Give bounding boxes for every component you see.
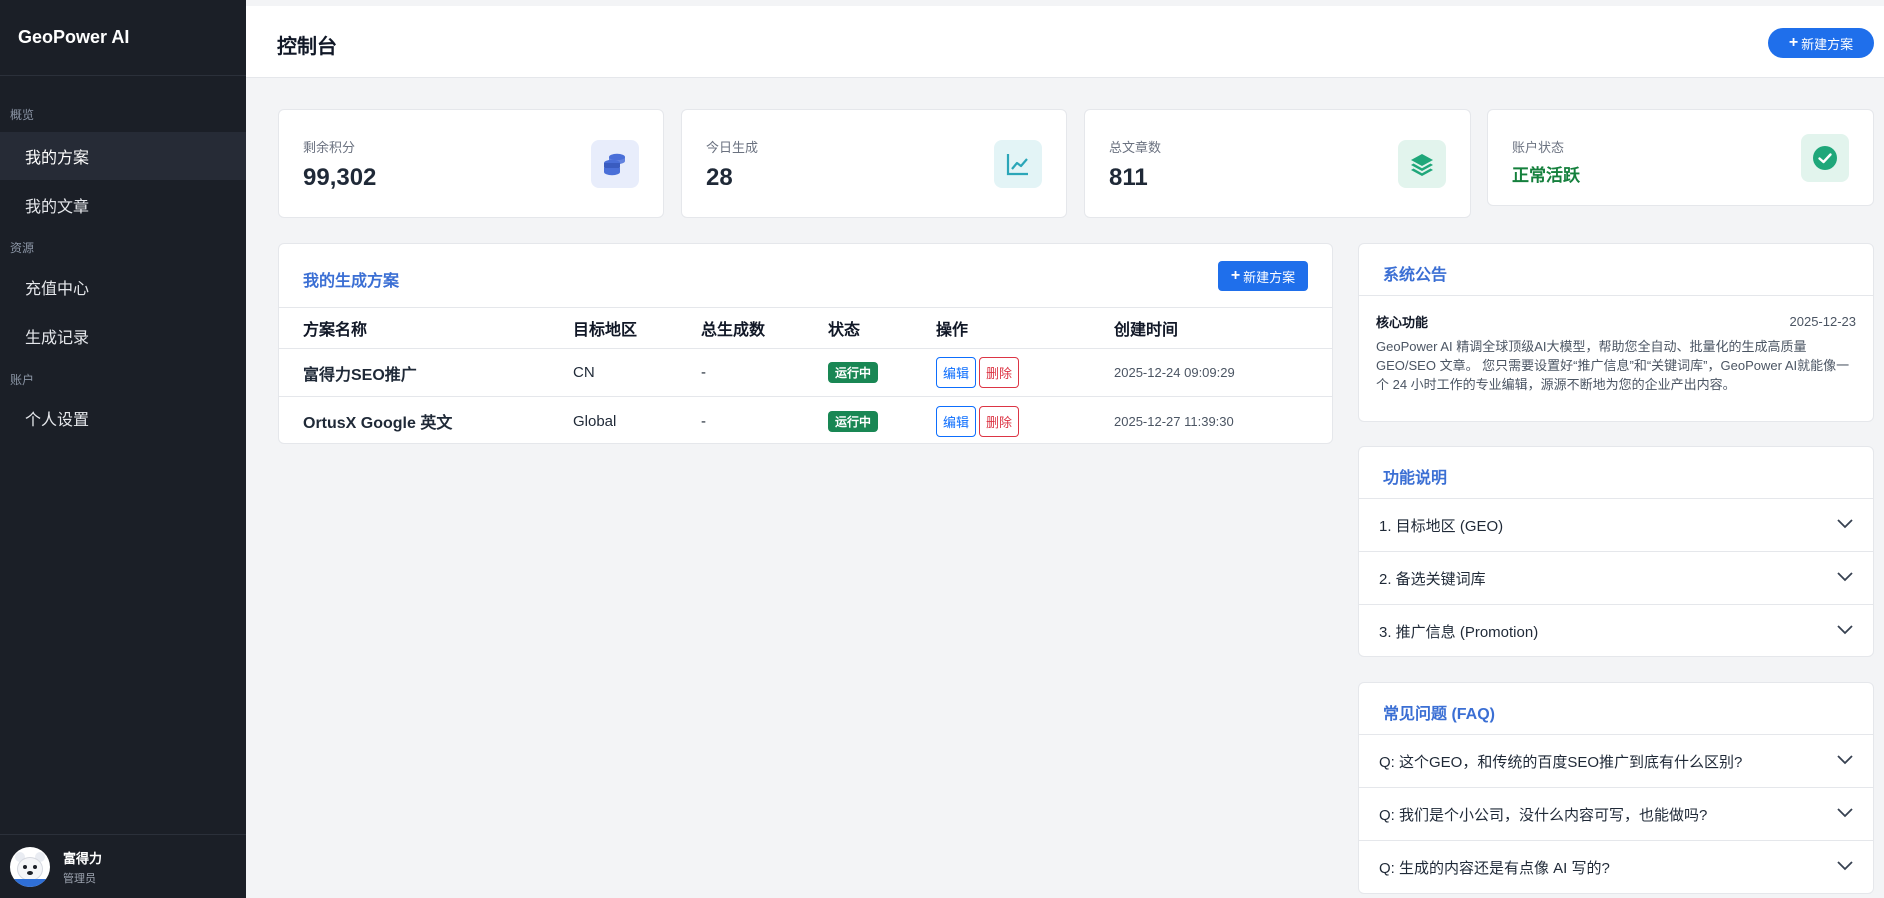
page-title: 控制台 [277,36,337,58]
sidebar-item-settings[interactable]: 个人设置 [0,394,246,442]
brand-logo[interactable]: GeoPower AI [0,0,246,76]
user-role: 管理员 [63,872,96,885]
notice-title: 系统公告 [1383,267,1448,284]
sidebar-item-label: 个人设置 [25,412,90,429]
column-header-total: 总生成数 [701,322,766,339]
plus-icon: + [1230,267,1241,284]
sidebar-item-label: 充值中心 [25,281,90,298]
stat-value: 正常活跃 [1512,166,1580,185]
faq-item[interactable]: Q: 我们是个小公司，没什么内容可写，也能做吗? [1359,788,1873,841]
top-bar: 控制台 + 新建方案 [246,6,1884,78]
stat-label: 今日生成 [706,140,759,155]
header-new-plan-label: 新建方案 [1801,36,1854,52]
sidebar-section-overview: 概览 [10,108,35,122]
plan-total: - [701,364,706,381]
sidebar-item-my-articles[interactable]: 我的文章 [0,181,246,229]
plan-name: OrtusX Google 英文 [303,415,453,432]
faq-item[interactable]: Q: 生成的内容还是有点像 AI 写的? [1359,841,1873,894]
notice-panel: 系统公告 核心功能 2025-12-23 GeoPower AI 精调全球顶级A… [1358,243,1874,422]
chevron-down-icon [1837,808,1853,818]
stat-card-credits: 剩余积分 99,302 [278,109,664,218]
edit-button[interactable]: 编辑 [936,405,977,437]
stat-label: 总文章数 [1109,140,1162,155]
sidebar-item-my-plans[interactable]: 我的方案 [0,132,246,180]
stat-value: 811 [1109,164,1148,191]
plan-created: 2025-12-24 09:09:29 [1114,365,1235,380]
new-plan-label: 新建方案 [1243,269,1296,285]
plans-title: 我的生成方案 [303,273,400,290]
accordion-label: 3. 推广信息 (Promotion) [1379,624,1539,641]
status-badge: 运行中 [828,362,879,383]
notice-date: 2025-12-23 [1789,314,1857,329]
sidebar-section-resources: 资源 [10,241,35,255]
plan-name: 富得力SEO推广 [303,366,417,384]
chevron-down-icon [1837,755,1853,765]
accordion-label: Q: 我们是个小公司，没什么内容可写，也能做吗? [1379,806,1708,824]
features-title: 功能说明 [1383,470,1448,487]
stat-label: 账户状态 [1512,140,1565,155]
feature-item-promotion[interactable]: 3. 推广信息 (Promotion) [1359,605,1873,658]
coins-icon [591,140,639,188]
feature-item-geo[interactable]: 1. 目标地区 (GEO) [1359,499,1873,552]
chevron-down-icon [1837,572,1853,582]
stat-value: 99,302 [303,164,377,191]
column-header-created: 创建时间 [1114,322,1179,339]
check-circle-icon [1801,134,1849,182]
plan-total: - [701,412,706,430]
notice-text: GeoPower AI 精调全球顶级AI大模型，帮助您全自动、批量化的生成高质量… [1376,339,1850,392]
table-header: 方案名称 目标地区 总生成数 状态 操作 创建时间 [279,308,1332,349]
plus-icon: + [1788,34,1799,51]
stat-card-today: 今日生成 28 [681,109,1067,218]
column-header-status: 状态 [828,322,861,339]
new-plan-button[interactable]: + 新建方案 [1218,261,1308,291]
chart-line-icon [994,140,1042,188]
faq-title: 常见问题 (FAQ) [1383,706,1495,723]
table-row: OrtusX Google 英文 Global - 运行中 编辑 删除 2025… [279,397,1332,445]
accordion-label: Q: 这个GEO，和传统的百度SEO推广到底有什么区别? [1379,753,1743,771]
header-new-plan-button[interactable]: + 新建方案 [1768,28,1874,58]
plan-region: CN [573,364,595,381]
plan-created: 2025-12-27 11:39:30 [1114,413,1234,429]
faq-item[interactable]: Q: 这个GEO，和传统的百度SEO推广到底有什么区别? [1359,735,1873,788]
user-name: 富得力 [63,850,103,866]
stat-value: 28 [706,164,733,191]
plan-region: Global [573,412,617,430]
edit-button[interactable]: 编辑 [936,357,977,388]
accordion-label: Q: 生成的内容还是有点像 AI 写的? [1379,860,1610,877]
chevron-down-icon [1837,861,1853,871]
accordion-label: 2. 备选关键词库 [1379,570,1486,588]
stat-card-articles: 总文章数 811 [1084,109,1471,218]
column-header-actions: 操作 [936,322,969,339]
chevron-down-icon [1837,625,1853,635]
feature-item-keywords[interactable]: 2. 备选关键词库 [1359,552,1873,605]
layers-icon [1398,140,1446,188]
stat-label: 剩余积分 [303,140,356,155]
delete-button[interactable]: 删除 [979,405,1020,437]
plans-panel: 我的生成方案 + 新建方案 方案名称 目标地区 总生成数 状态 操作 创建时间 … [278,243,1333,444]
sidebar-item-recharge[interactable]: 充值中心 [0,263,246,311]
status-badge: 运行中 [828,410,879,432]
notice-label: 核心功能 [1376,315,1429,330]
chevron-down-icon [1837,519,1853,529]
stat-card-status: 账户状态 正常活跃 [1487,109,1874,206]
faq-panel: 常见问题 (FAQ) Q: 这个GEO，和传统的百度SEO推广到底有什么区别? … [1358,682,1874,894]
features-panel: 功能说明 1. 目标地区 (GEO) 2. 备选关键词库 3. 推广信息 (Pr… [1358,446,1874,657]
sidebar-section-account: 账户 [10,373,35,387]
sidebar-item-label: 我的方案 [25,150,90,167]
sidebar-item-label: 生成记录 [25,330,90,347]
sidebar-item-history[interactable]: 生成记录 [0,312,246,360]
sidebar-item-label: 我的文章 [25,199,90,216]
avatar [10,846,50,887]
delete-button[interactable]: 删除 [979,357,1020,388]
table-row: 富得力SEO推广 CN - 运行中 编辑 删除 2025-12-24 09:09… [279,349,1332,397]
column-header-region: 目标地区 [573,322,638,339]
column-header-name: 方案名称 [303,322,368,339]
accordion-label: 1. 目标地区 (GEO) [1379,517,1504,535]
user-profile[interactable]: 富得力 管理员 [0,834,246,898]
sidebar: GeoPower AI 概览 我的方案 我的文章 资源 充值中心 生成记录 账户… [0,0,246,898]
